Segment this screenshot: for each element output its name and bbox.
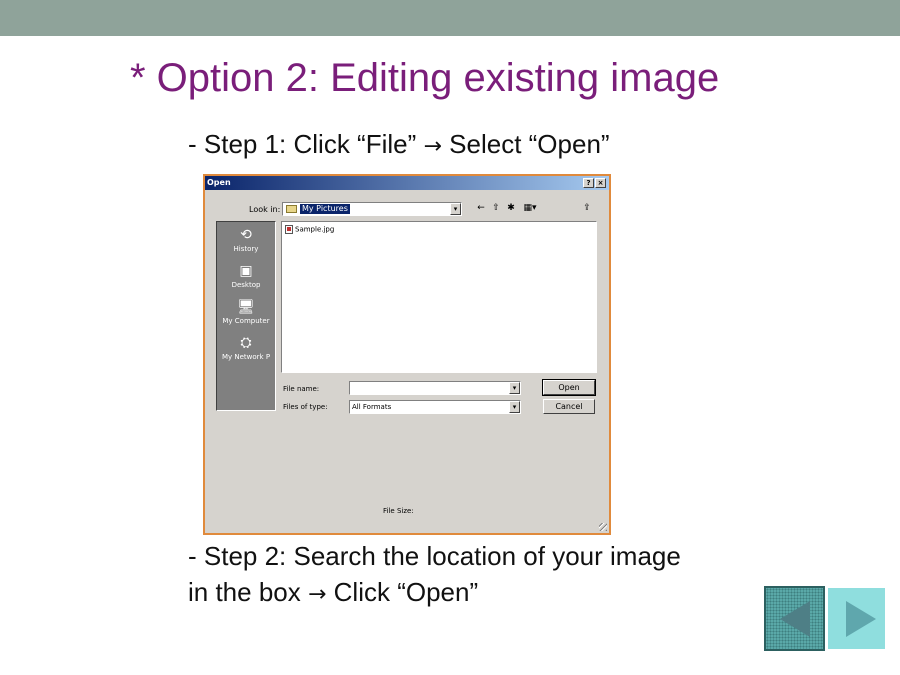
slide-top-bar xyxy=(0,0,900,36)
tools-icon[interactable]: ⇪ xyxy=(581,203,593,214)
file-name-field[interactable]: ▾ xyxy=(349,381,521,395)
places-item-my-computer[interactable]: 🖥 My Computer xyxy=(217,299,275,325)
file-size-label: File Size: xyxy=(383,507,414,515)
step-2-line-2: in the box → Click “Open” xyxy=(188,574,681,613)
places-item-label: History xyxy=(233,245,259,253)
history-icon: ⟲ xyxy=(240,227,252,243)
resize-grip-icon[interactable] xyxy=(599,523,607,531)
back-arrow-icon[interactable]: ← xyxy=(475,203,487,214)
list-item[interactable]: Sample.jpg xyxy=(285,225,334,234)
previous-slide-icon xyxy=(780,601,810,637)
cancel-button[interactable]: Cancel xyxy=(543,399,595,414)
new-folder-icon[interactable]: ✱ xyxy=(505,203,517,214)
step-2-suffix: Click “Open” xyxy=(326,577,479,607)
help-button[interactable]: ? xyxy=(583,178,594,188)
look-in-dropdown[interactable]: My Pictures ▾ xyxy=(282,202,462,216)
look-in-label: Look in: xyxy=(249,205,281,214)
places-item-my-network[interactable]: ⛭ My Network P xyxy=(217,335,275,361)
arrow-icon: → xyxy=(307,582,327,607)
chevron-down-icon[interactable]: ▾ xyxy=(509,382,520,394)
close-button[interactable]: × xyxy=(595,178,606,188)
places-item-label: Desktop xyxy=(231,281,261,289)
step-2-prefix: in the box xyxy=(188,577,308,607)
places-item-label: My Network P xyxy=(221,353,271,361)
file-list[interactable]: Sample.jpg xyxy=(281,221,597,373)
dialog-title: Open xyxy=(207,178,231,187)
chevron-down-icon[interactable]: ▾ xyxy=(509,401,520,413)
step-1-prefix: - Step 1: Click “File” xyxy=(188,129,424,159)
file-name-label: File name: xyxy=(283,385,320,393)
open-file-dialog: Open ? × Look in: My Pictures ▾ ← ⇧ ✱ ▦▾… xyxy=(203,174,611,535)
files-of-type-value: All Formats xyxy=(352,403,392,411)
dialog-title-bar: Open xyxy=(205,176,609,190)
next-slide-icon xyxy=(846,601,876,637)
previous-slide-button[interactable] xyxy=(764,586,825,651)
chevron-down-icon[interactable]: ▾ xyxy=(450,203,461,215)
files-of-type-label: Files of type: xyxy=(283,403,328,411)
open-button[interactable]: Open xyxy=(542,379,596,396)
slide-title: * Option 2: Editing existing image xyxy=(130,56,720,100)
views-menu-icon[interactable]: ▦▾ xyxy=(521,203,539,214)
next-slide-button[interactable] xyxy=(826,586,887,651)
places-bar: ⟲ History ▣ Desktop 🖥 My Computer ⛭ My N… xyxy=(216,221,276,411)
step-1-text: - Step 1: Click “File” → Select “Open” xyxy=(188,126,610,165)
places-item-label: My Computer xyxy=(222,317,270,325)
step-2-text: - Step 2: Search the location of your im… xyxy=(188,538,681,613)
files-of-type-dropdown[interactable]: All Formats ▾ xyxy=(349,400,521,414)
step-2-line-1: - Step 2: Search the location of your im… xyxy=(188,541,681,571)
file-name: Sample.jpg xyxy=(295,225,335,234)
up-folder-icon[interactable]: ⇧ xyxy=(490,203,502,214)
computer-icon: 🖥 xyxy=(237,299,255,315)
desktop-icon: ▣ xyxy=(239,263,253,279)
folder-icon xyxy=(286,205,297,213)
arrow-icon: → xyxy=(423,134,442,159)
image-file-icon xyxy=(285,225,293,234)
step-1-suffix: Select “Open” xyxy=(441,129,610,159)
network-icon: ⛭ xyxy=(240,335,252,351)
look-in-value: My Pictures xyxy=(300,204,350,214)
places-item-history[interactable]: ⟲ History xyxy=(217,227,275,253)
places-item-desktop[interactable]: ▣ Desktop xyxy=(217,263,275,289)
